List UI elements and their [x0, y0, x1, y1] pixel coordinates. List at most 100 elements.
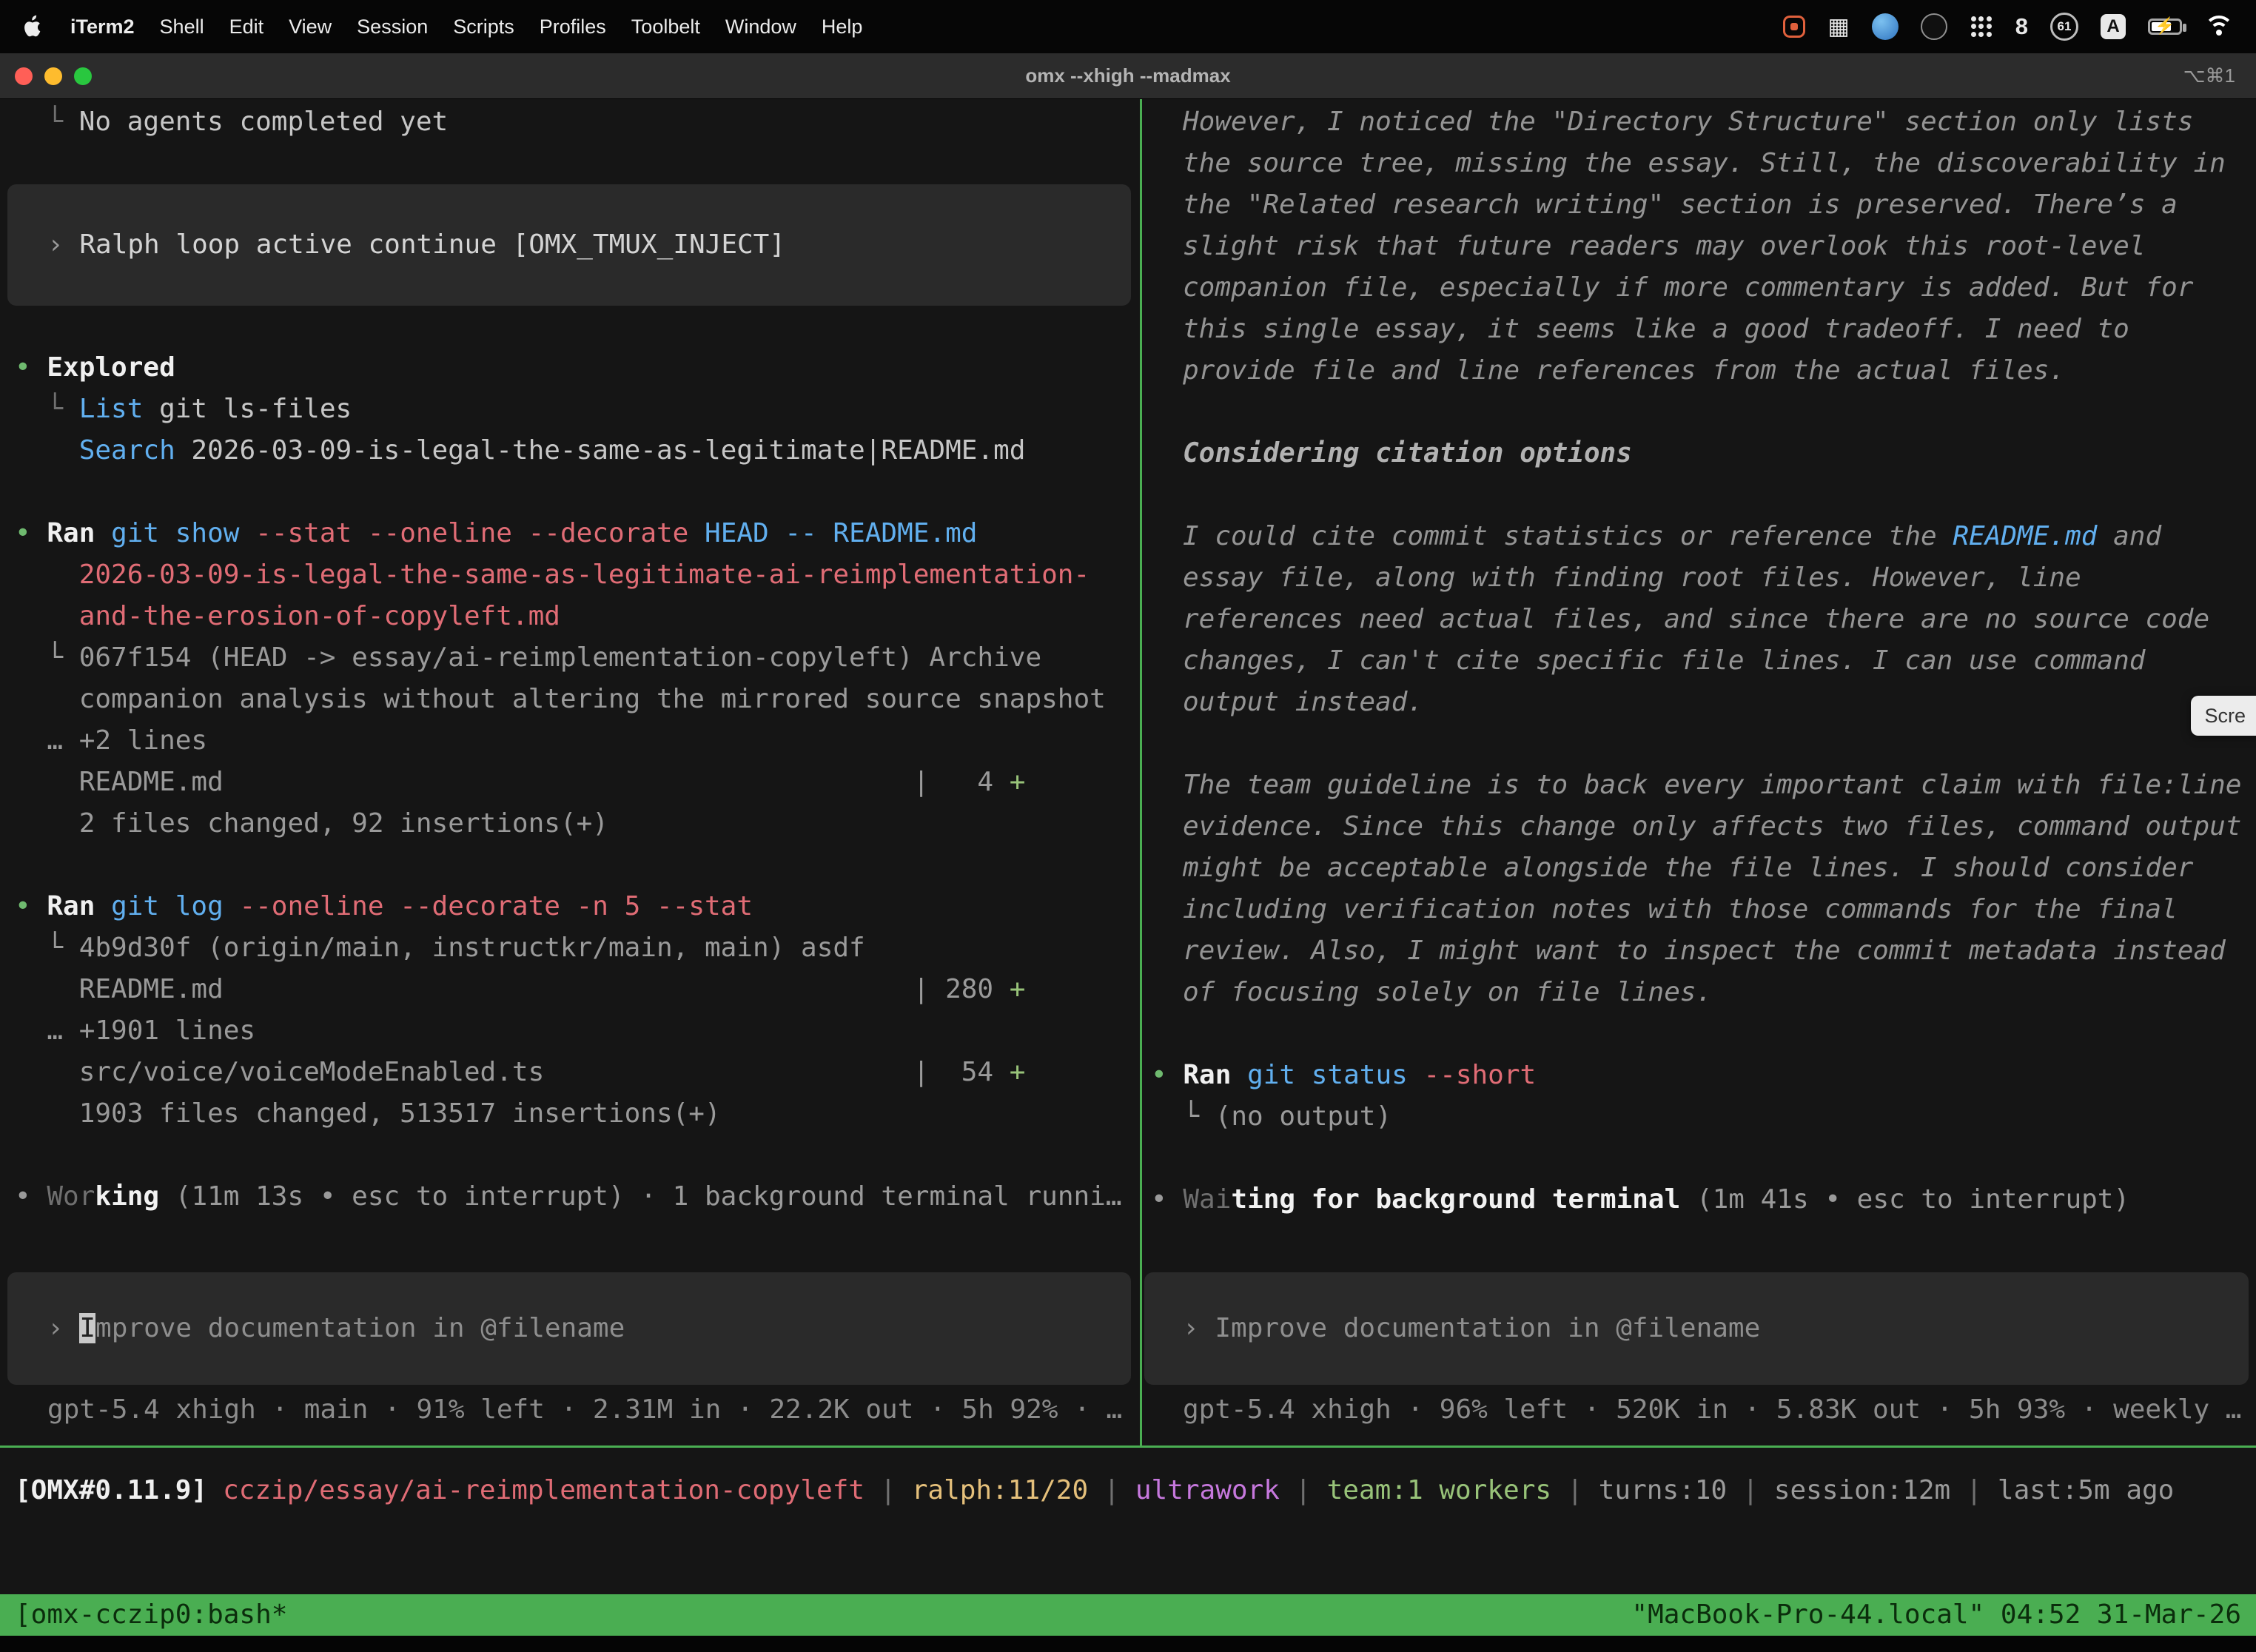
menu-bar-status-icons: ▦ 8 61 A ⚡	[1783, 13, 2234, 41]
ran-git-log-line[interactable]: • Ran git log --oneline --decorate -n 5 …	[0, 886, 1140, 927]
explored-line[interactable]: • Explored	[0, 347, 1140, 389]
turns-counter: turns:10	[1599, 1475, 1727, 1505]
menu-item-window[interactable]: Window	[713, 16, 809, 38]
battery-icon[interactable]: ⚡	[2148, 19, 2182, 35]
last-activity: last:5m ago	[1998, 1475, 2174, 1505]
blue-app-icon[interactable]	[1872, 13, 1899, 40]
diffstat-plus: +	[1010, 767, 1026, 797]
ralph-counter: ralph:11/20	[912, 1475, 1088, 1505]
ran-verb: Ran	[1183, 1060, 1231, 1090]
separator: |	[1567, 1475, 1583, 1505]
screen-recording-icon[interactable]	[1783, 16, 1805, 38]
command-name: git status	[1231, 1060, 1407, 1090]
thinking-paragraph: However, I noticed the "Directory Struct…	[1142, 101, 2256, 392]
dark-app-icon[interactable]	[1921, 13, 1947, 40]
separator: |	[880, 1475, 896, 1505]
waiting-details: (1m 41s • esc to interrupt)	[1680, 1184, 2129, 1215]
ralph-loop-injected-prompt: › Ralph loop active continue [OMX_TMUX_I…	[7, 184, 1131, 306]
charging-bolt-icon: ⚡	[2155, 16, 2175, 36]
separator: |	[1966, 1475, 1982, 1505]
session-stats-left: gpt-5.4 xhigh · main · 91% left · 2.31M …	[0, 1389, 1140, 1431]
menu-item-shell[interactable]: Shell	[147, 16, 217, 38]
commit-message: └ 4b9d30f (origin/main, instructkr/main,…	[0, 927, 1140, 969]
app-grid-dots-icon[interactable]	[1970, 15, 1993, 38]
worktree-path: cczip/essay/ai-reimplementation-copyleft	[223, 1475, 865, 1505]
bullet-icon: •	[1151, 1184, 1183, 1215]
prompt-input-right[interactable]: › Improve documentation in @filename	[1144, 1272, 2249, 1385]
diffstat-row: README.md | 4 +	[0, 762, 1140, 803]
ran-git-show-line[interactable]: • Ran git show --stat --oneline --decora…	[0, 513, 1140, 554]
search-verb: Search	[79, 435, 175, 466]
iterm2-window: iTerm2 Shell Edit View Session Scripts P…	[0, 0, 2256, 1652]
diffstat-text: src/voice/voiceModeEnabled.ts | 54	[15, 1057, 1010, 1087]
list-verb: List	[79, 394, 144, 424]
prompt-char: ›	[47, 229, 79, 260]
omx-version: [OMX#0.11.9]	[15, 1475, 207, 1505]
diffstat-row: README.md | 280 +	[0, 969, 1140, 1010]
diffstat-summary: 2 files changed, 92 insertions(+)	[0, 803, 1140, 845]
team-workers: team:1 workers	[1327, 1475, 1551, 1505]
ran-git-status-line[interactable]: • Ran git status --short	[1142, 1055, 2256, 1096]
diffstat-plus: +	[1010, 974, 1026, 1004]
battery-percentage-badge[interactable]: 61	[2050, 13, 2078, 41]
omx-status-bar: [OMX#0.11.9] cczip/essay/ai-reimplementat…	[0, 1470, 2256, 1511]
no-agents-line: └ No agents completed yet	[0, 101, 1140, 143]
diffstat-row: src/voice/voiceModeEnabled.ts | 54 +	[0, 1052, 1140, 1093]
prompt-char: ›	[1183, 1313, 1215, 1343]
bullet-icon: •	[15, 352, 47, 383]
menu-item-edit[interactable]: Edit	[217, 16, 277, 38]
window-grid-icon[interactable]: ▦	[1827, 13, 1849, 40]
apple-menu[interactable]	[22, 15, 41, 38]
waiting-word-bright: ting for background terminal	[1231, 1184, 1680, 1215]
tmux-session-window[interactable]: [omx-cczip0:bash*	[15, 1594, 287, 1636]
macos-menu-bar: iTerm2 Shell Edit View Session Scripts P…	[0, 0, 2256, 53]
menu-item-help[interactable]: Help	[809, 16, 876, 38]
bullet-icon: •	[1151, 1060, 1183, 1090]
menu-item-session[interactable]: Session	[344, 16, 440, 38]
input-source-icon[interactable]: A	[2101, 14, 2126, 39]
prompt-input-left[interactable]: › Improve documentation in @filename	[7, 1272, 1131, 1385]
menu-item-scripts[interactable]: Scripts	[440, 16, 527, 38]
separator: |	[1295, 1475, 1312, 1505]
bullet-icon: •	[15, 518, 47, 548]
command-args: HEAD -- README.md	[688, 518, 977, 548]
mode-badge: ultrawork	[1135, 1475, 1280, 1505]
session-stats-right: gpt-5.4 xhigh · 96% left · 520K in · 5.8…	[1142, 1389, 2256, 1431]
essay-file-name: 2026-03-09-is-legal-the-same-as-legitima…	[0, 554, 1140, 637]
left-pane-bottom: › Improve documentation in @filename gpt…	[0, 1272, 1140, 1446]
command-name: git log	[95, 891, 223, 921]
readme-file-link[interactable]: README.md	[1953, 521, 2097, 551]
command-flags: --stat --oneline --decorate	[239, 518, 688, 548]
thinking-paragraph: I could cite commit statistics or refere…	[1142, 516, 2256, 723]
input-placeholder: Improve documentation in @filename	[1215, 1313, 1760, 1343]
working-word-bright: king	[95, 1181, 159, 1212]
menu-bar-menus: iTerm2 Shell Edit View Session Scripts P…	[22, 15, 875, 38]
figure-eight-icon[interactable]: 8	[2015, 13, 2028, 40]
text-cursor: I	[79, 1313, 95, 1343]
menu-item-iterm2[interactable]: iTerm2	[58, 16, 147, 38]
menu-item-toolbelt[interactable]: Toolbelt	[619, 16, 713, 38]
window-title-bar[interactable]: omx --xhigh --madmax ⌥⌘1	[0, 53, 2256, 99]
tree-connector: └	[15, 107, 79, 137]
tmux-host-clock: "MacBook-Pro-44.local" 04:52 31-Mar-26	[1631, 1594, 2241, 1636]
menu-item-profiles[interactable]: Profiles	[527, 16, 619, 38]
collapsed-lines-indicator[interactable]: … +1901 lines	[0, 1010, 1140, 1052]
window-shortcut-badge: ⌥⌘1	[2183, 53, 2235, 98]
working-details: (11m 13s • esc to interrupt) · 1 backgro…	[159, 1181, 1121, 1212]
no-agents-text: No agents completed yet	[79, 107, 449, 137]
menu-item-view[interactable]: View	[276, 16, 344, 38]
status-divider	[0, 1446, 2256, 1448]
working-word-dim: Wor	[47, 1181, 95, 1212]
wifi-icon[interactable]	[2204, 16, 2234, 38]
collapsed-lines-indicator[interactable]: … +2 lines	[0, 720, 1140, 762]
waiting-word-dim: Wai	[1183, 1184, 1231, 1215]
left-pane: └ No agents completed yet › Ralph loop a…	[0, 99, 1140, 1446]
diffstat-text: README.md | 4	[15, 767, 1010, 797]
indent	[15, 435, 79, 466]
bottom-strip	[0, 1636, 2256, 1652]
explored-label: Explored	[47, 352, 175, 383]
diffstat-text: README.md | 280	[15, 974, 1010, 1004]
bullet-icon: •	[15, 1181, 47, 1212]
thinking-paragraph: The team guideline is to back every impo…	[1142, 765, 2256, 1013]
terminal-content: └ No agents completed yet › Ralph loop a…	[0, 99, 2256, 1652]
